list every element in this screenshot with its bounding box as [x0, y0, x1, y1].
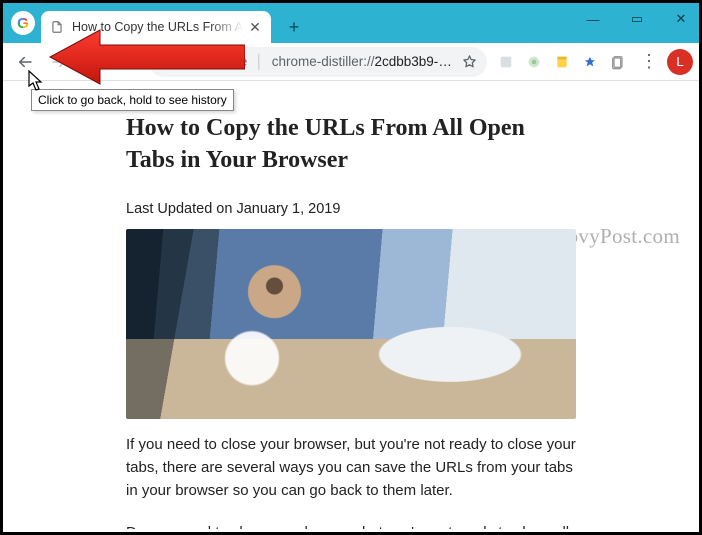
page-icon: [49, 19, 65, 35]
extension-icon-1[interactable]: [493, 49, 519, 75]
reload-button[interactable]: [77, 46, 109, 78]
minimize-button[interactable]: —: [581, 12, 605, 27]
profile-avatar[interactable]: L: [667, 49, 693, 75]
article-meta: Last Updated on January 1, 2019: [126, 201, 576, 217]
article-paragraph: Do you need to close your browser but yo…: [126, 521, 576, 529]
article-hero-image: [126, 229, 576, 419]
forward-button[interactable]: [43, 46, 75, 78]
tab-strip: G How to Copy the URLs From All Open Tab…: [3, 3, 699, 43]
article-title: How to Copy the URLs From All Open Tabs …: [126, 112, 576, 177]
tab-close-button[interactable]: ✕: [247, 19, 263, 35]
home-button[interactable]: [111, 46, 143, 78]
back-button[interactable]: [9, 46, 41, 78]
bookmark-star-icon[interactable]: [462, 54, 477, 69]
profile-favicon: G: [11, 11, 35, 35]
extension-icon-5[interactable]: [605, 49, 631, 75]
menu-button[interactable]: ⋮: [633, 46, 665, 78]
extension-icon-4[interactable]: [577, 49, 603, 75]
tab-title: How to Copy the URLs From All Open Tabs …: [72, 20, 243, 34]
extension-icon-2[interactable]: [521, 49, 547, 75]
toolbar: Not secure │ chrome-distiller://2cdbb3b9…: [3, 43, 699, 81]
article-paragraph: If you need to close your browser, but y…: [126, 433, 576, 503]
security-label: Not secure: [182, 54, 247, 69]
window-close-button[interactable]: ✕: [669, 11, 693, 27]
new-tab-button[interactable]: +: [281, 14, 307, 40]
maximize-button[interactable]: ▭: [625, 11, 649, 27]
back-button-tooltip: Click to go back, hold to see history: [31, 89, 234, 111]
page-viewport[interactable]: groovyPost.com How to Copy the URLs From…: [6, 84, 696, 529]
address-bar[interactable]: Not secure │ chrome-distiller://2cdbb3b9…: [149, 47, 487, 77]
window-controls: — ▭ ✕: [581, 3, 693, 35]
article: How to Copy the URLs From All Open Tabs …: [116, 112, 586, 529]
not-secure-icon: [159, 54, 174, 69]
url-text: chrome-distiller://2cdbb3b9-c…: [272, 54, 454, 69]
browser-tab[interactable]: How to Copy the URLs From All Open Tabs …: [41, 11, 271, 43]
extension-icon-3[interactable]: [549, 49, 575, 75]
